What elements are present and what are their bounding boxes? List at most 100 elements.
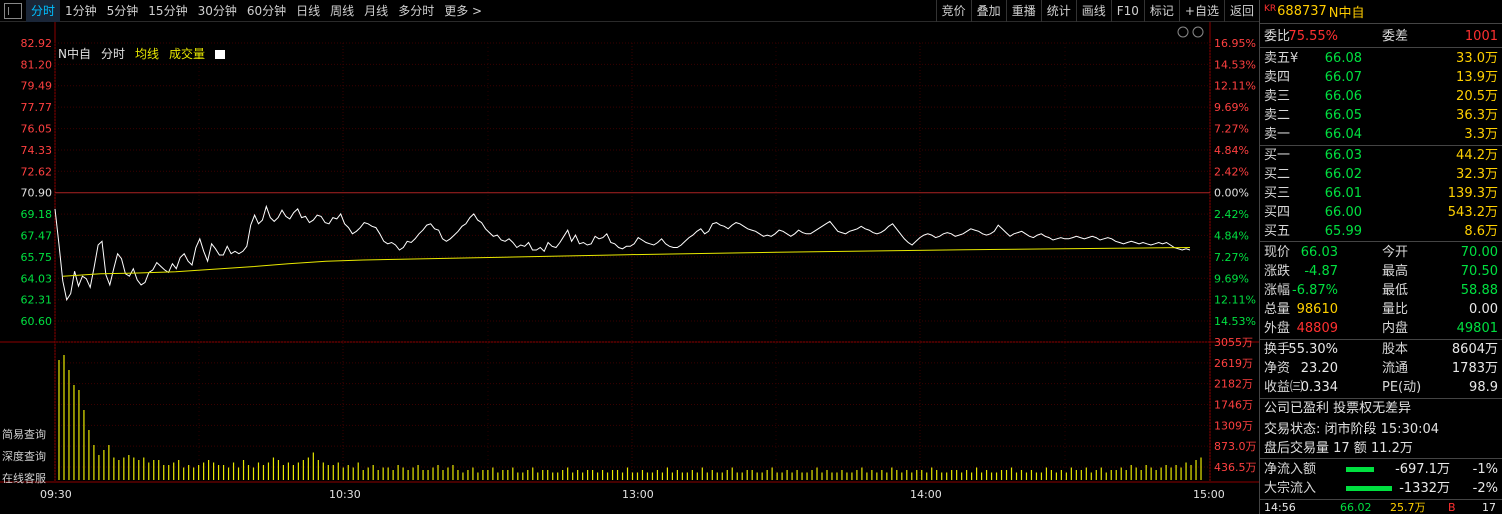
ask-row[interactable]: 卖二 66.05 36.3万 [1260, 106, 1502, 125]
volume-tick-label: 436.5万 [1214, 461, 1257, 474]
period-tab[interactable]: 60分钟 [242, 0, 291, 22]
period-tab[interactable]: 更多 > [439, 0, 487, 22]
price-tick-label: 60.60 [21, 315, 53, 328]
stock-code: 688737 [1277, 4, 1327, 19]
period-tab[interactable]: 1分钟 [60, 0, 102, 22]
toolbar-button[interactable]: 叠加 [970, 0, 1006, 22]
level-volume: 33.0万 [1456, 51, 1498, 66]
fund-label: 换手 [1264, 342, 1291, 357]
pct-tick-label: 16.95% [1214, 37, 1256, 50]
price-tick-label: 79.49 [21, 80, 53, 93]
trade-status: 交易状态: 闭市阶段 15:30:04 [1264, 422, 1440, 437]
chart-legend: N中自 分时 均线 成交量 [58, 46, 226, 62]
level-volume: 32.3万 [1456, 167, 1498, 182]
time-tick-label: 14:00 [910, 488, 942, 501]
deep-query-button[interactable]: 深度查询 [2, 450, 46, 464]
toolbar-button[interactable]: 标记 [1143, 0, 1179, 22]
level-price: 66.02 [1324, 167, 1362, 182]
period-tab[interactable]: 周线 [325, 0, 359, 22]
toolbar-tools: 竞价 叠加 重播 统计 画线 F10 标记 +自选 返回 [935, 0, 1259, 22]
quote-row: 总量 98610 量比 0.00 [1260, 300, 1502, 319]
fund-value: 98.9 [1469, 380, 1498, 395]
volume-tick-label: 3055万 [1214, 336, 1253, 349]
period-toolbar: 分时 1分钟 5分钟 15分钟 30分钟 60分钟 日线 周线 月线 多分时 更多 > 竞价 叠加 重播… [0, 0, 1259, 22]
toolbar-button[interactable]: 返回 [1223, 0, 1259, 22]
quote-label: 最高 [1382, 264, 1409, 279]
volume-tick-label: 2619万 [1214, 357, 1253, 370]
flow-value: -697.1万 [1395, 462, 1450, 477]
toolbar-button[interactable]: 竞价 [935, 0, 971, 22]
flow-row-block: 大宗流入 -1332万 -2% [1260, 479, 1502, 498]
ask-row[interactable]: 卖四 66.07 13.9万 [1260, 68, 1502, 87]
fundamental-row: 换手 55.30% 股本 8604万 [1260, 340, 1502, 359]
kr-badge: KR [1264, 3, 1277, 14]
period-tab[interactable]: 5分钟 [102, 0, 144, 22]
simple-query-button[interactable]: 简易查询 [2, 428, 46, 442]
stock-title: KR 688737 N中自 [1260, 0, 1502, 24]
window-toggle-icon[interactable] [4, 2, 22, 19]
flow-label: 净流入额 [1264, 462, 1317, 477]
legend-avg-line: 均线 [135, 47, 160, 61]
legend-stock-name: N中自 [58, 47, 91, 61]
pct-tick-label: 7.27% [1214, 251, 1249, 264]
pct-tick-label: 12.11% [1214, 80, 1256, 93]
quote-value: 48809 [1296, 321, 1338, 336]
volume-tick-label: 1746万 [1214, 399, 1253, 412]
chart-canvas[interactable]: 82.92 16.95% 81.20 14.53% 79.49 12.11% 77.77 9.… [0, 22, 1259, 514]
ask-row[interactable]: 卖三 66.06 20.5万 [1260, 87, 1502, 106]
bid-row[interactable]: 买五 65.99 8.6万 [1260, 222, 1502, 241]
tick-row: 14:56 66.02 25.7万 B 17 [1260, 501, 1502, 514]
price-tick-label: 77.77 [21, 101, 53, 114]
level-price: 66.04 [1324, 127, 1362, 142]
level-price: 66.06 [1324, 89, 1362, 104]
fund-value: 8604万 [1451, 342, 1498, 357]
chart-nav-left-icon[interactable] [1177, 26, 1189, 38]
legend-fenshi: 分时 [100, 47, 125, 61]
pct-tick-label: 12.11% [1214, 294, 1256, 307]
toolbar-button[interactable]: +自选 [1178, 0, 1224, 22]
pct-tick-label: 2.42% [1214, 208, 1249, 221]
after-hours-volume: 盘后交易量 17 额 11.2万 [1264, 441, 1413, 456]
chart-nav-right-icon[interactable] [1192, 26, 1204, 38]
weibi-label: 委比 [1264, 29, 1291, 44]
price-tick-label: 81.20 [21, 58, 53, 71]
level-label: 买二 [1264, 167, 1291, 182]
level-price: 66.03 [1324, 148, 1362, 163]
pct-tick-label: 14.53% [1214, 315, 1256, 328]
period-tab[interactable]: 30分钟 [193, 0, 242, 22]
ask-row[interactable]: 卖一 66.04 3.3万 [1260, 125, 1502, 144]
period-tab[interactable]: 分时 [26, 0, 61, 22]
bid-row[interactable]: 买三 66.01 139.3万 [1260, 184, 1502, 203]
tick-time: 14:56 [1264, 501, 1296, 514]
camera-icon[interactable] [215, 50, 226, 59]
level-volume: 44.2万 [1456, 148, 1498, 163]
price-line [54, 204, 1191, 302]
bid-row[interactable]: 买一 66.03 44.2万 [1260, 146, 1502, 165]
bid-row[interactable]: 买二 66.02 32.3万 [1260, 165, 1502, 184]
fund-label: 收益㈢ [1264, 380, 1304, 395]
toolbar-button[interactable]: F10 [1110, 0, 1144, 22]
period-tab[interactable]: 多分时 [393, 0, 439, 22]
level-label: 买四 [1264, 205, 1291, 220]
quote-panel: KR 688737 N中自 委比 75.55% 委差 1001 卖五¥ 66.08… [1259, 0, 1502, 514]
toolbar-button[interactable]: 画线 [1075, 0, 1111, 22]
time-tick-label: 13:00 [622, 488, 654, 501]
toolbar-button[interactable]: 重播 [1005, 0, 1041, 22]
quote-value: 58.88 [1460, 283, 1498, 298]
flow-bar [1346, 486, 1392, 491]
volume-tick-label: 1309万 [1214, 419, 1253, 432]
period-tab[interactable]: 日线 [291, 0, 325, 22]
quote-value: 0.00 [1469, 302, 1498, 317]
toolbar-button[interactable]: 统计 [1040, 0, 1076, 22]
quote-value: -6.87% [1292, 283, 1338, 298]
level-price: 66.00 [1324, 205, 1362, 220]
period-tab[interactable]: 月线 [359, 0, 393, 22]
quote-label: 内盘 [1382, 321, 1409, 336]
bid-row[interactable]: 买四 66.00 543.2万 [1260, 203, 1502, 222]
ask-row[interactable]: 卖五¥ 66.08 33.0万 [1260, 49, 1502, 68]
online-service-button[interactable]: 在线客服 [2, 472, 46, 486]
volume-tick-label: 2182万 [1214, 378, 1253, 391]
period-tab[interactable]: 15分钟 [143, 0, 192, 22]
intraday-chart[interactable]: 82.92 16.95% 81.20 14.53% 79.49 12.11% 77.77 9.… [0, 22, 1259, 514]
fund-label: 净资 [1264, 361, 1291, 376]
